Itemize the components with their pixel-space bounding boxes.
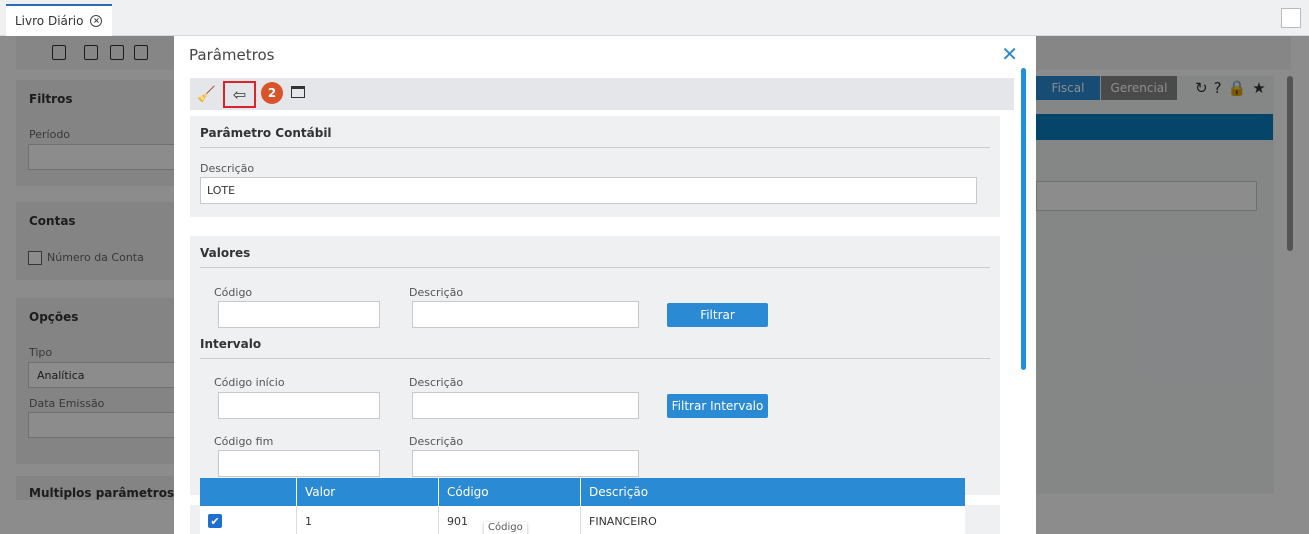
codigo-label: Código: [214, 286, 253, 299]
parametro-contabil-title: Parâmetro Contábil: [200, 126, 332, 140]
cell-descricao: FINANCEIRO: [580, 506, 965, 534]
tab-bar: Livro Diário ×: [0, 0, 1309, 36]
parametro-contabil-section: Parâmetro Contábil Descrição LOTE: [190, 116, 1000, 217]
header-descricao[interactable]: Descrição: [580, 478, 965, 506]
divider: [200, 147, 990, 148]
parametros-modal: Parâmetros ✕ 🧹 ⇦ 2 Parâmetro Contábil De…: [174, 36, 1036, 534]
filtrar-button[interactable]: Filtrar: [667, 303, 768, 327]
descricao-label: Descrição: [409, 435, 464, 448]
header-select: [200, 478, 296, 506]
codigo-inicio-label: Código início: [214, 376, 285, 389]
header-codigo[interactable]: Código: [438, 478, 580, 506]
intervalo-title: Intervalo: [200, 337, 262, 351]
modal-title: Parâmetros: [189, 46, 275, 64]
row-checkbox[interactable]: ✔: [208, 514, 222, 528]
tab-livro-diario[interactable]: Livro Diário ×: [6, 4, 112, 36]
codigo-inicio-input[interactable]: [218, 392, 380, 419]
modal-scrollbar[interactable]: [1021, 68, 1026, 370]
broom-icon[interactable]: 🧹: [197, 85, 216, 103]
row-select-cell: ✔: [200, 506, 296, 534]
window-list-icon[interactable]: [1281, 8, 1301, 28]
valores-section: Valores Código Descrição Filtrar Interva…: [190, 236, 1000, 495]
descricao-label: Descrição: [409, 286, 464, 299]
descricao-label: Descrição: [200, 162, 255, 175]
step-badge: 2: [261, 82, 283, 104]
cell-valor: 1: [296, 506, 438, 534]
folder-icon[interactable]: [291, 86, 305, 98]
divider: [200, 358, 990, 359]
tooltip: Código: [484, 522, 527, 534]
descricao-label: Descrição: [409, 376, 464, 389]
codigo-fim-input[interactable]: [218, 450, 380, 477]
codigo-fim-label: Código fim: [214, 435, 274, 448]
grid-header: Valor Código Descrição: [200, 478, 965, 506]
close-tab-icon[interactable]: ×: [90, 15, 103, 27]
valores-title: Valores: [200, 246, 251, 260]
tab-label: Livro Diário: [15, 14, 84, 28]
table-row[interactable]: ✔ 1 901 FINANCEIRO: [200, 506, 965, 534]
header-valor[interactable]: Valor: [296, 478, 438, 506]
descricao-field[interactable]: LOTE: [200, 177, 977, 204]
codigo-input[interactable]: [218, 301, 380, 328]
modal-toolbar: 🧹 ⇦ 2: [190, 78, 1014, 110]
descricao-inicio-input[interactable]: [412, 392, 639, 419]
descricao-fim-input[interactable]: [412, 450, 639, 477]
divider: [200, 267, 990, 268]
filtrar-intervalo-button[interactable]: Filtrar Intervalo: [667, 394, 768, 418]
back-arrow-icon[interactable]: ⇦: [223, 81, 256, 108]
descricao-input[interactable]: [412, 301, 639, 328]
close-icon[interactable]: ✕: [1001, 42, 1018, 66]
